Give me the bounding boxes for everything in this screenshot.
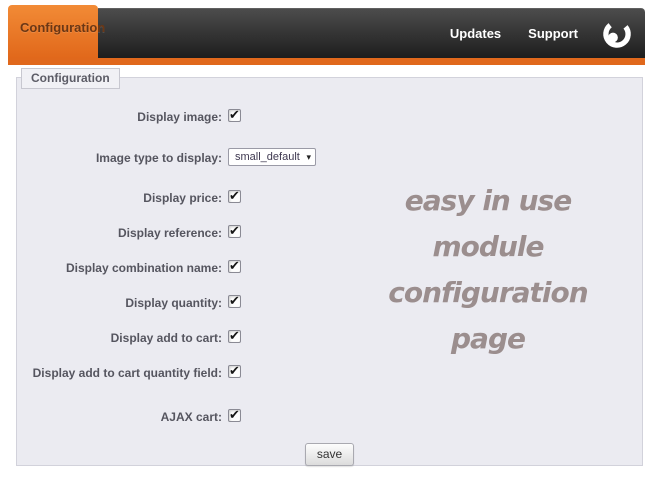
header-bar: Updates Support xyxy=(98,8,645,58)
form-row: Display quantity: ✔ xyxy=(17,294,642,311)
swirl-logo-icon xyxy=(601,18,633,50)
field-label: AJAX cart: xyxy=(160,410,222,424)
checkbox-display-add-to-cart-quantity-field[interactable]: ✔ xyxy=(228,364,241,378)
form-row: Display add to cart quantity field: ✔ xyxy=(17,364,642,381)
checkbox-display-image[interactable]: ✔ xyxy=(228,108,241,122)
field-label: Display quantity: xyxy=(125,296,222,310)
checkbox-display-reference[interactable]: ✔ xyxy=(228,224,241,238)
tab-configuration[interactable]: Configuration xyxy=(8,5,105,58)
form-row: AJAX cart: ✔ xyxy=(17,408,642,425)
field-label: Display combination name: xyxy=(65,261,222,275)
field-label: Display reference: xyxy=(117,226,222,240)
panel-legend: Configuration xyxy=(21,68,120,89)
checkbox-display-price[interactable]: ✔ xyxy=(228,189,241,203)
field-label: Image type to display: xyxy=(95,151,222,165)
checkbox-ajax-cart[interactable]: ✔ xyxy=(228,408,241,422)
select-value: small_default xyxy=(235,151,300,163)
form-row: Display combination name: ✔ xyxy=(17,259,642,276)
form-row: Display reference: ✔ xyxy=(17,224,642,241)
checkbox-display-quantity[interactable]: ✔ xyxy=(228,294,241,308)
field-label: Display image: xyxy=(137,110,222,124)
field-label: Display add to cart quantity field: xyxy=(32,366,222,380)
config-panel: Configuration Display image: ✔ Image type … xyxy=(16,68,643,466)
form-row: Display price: ✔ xyxy=(17,189,642,206)
field-label: Display price: xyxy=(143,191,222,205)
form-row: Image type to display: small_default ▾ xyxy=(17,148,642,168)
form-row: Display add to cart: ✔ xyxy=(17,329,642,346)
field-label: Display add to cart: xyxy=(110,331,222,345)
checkbox-display-combination-name[interactable]: ✔ xyxy=(228,259,241,273)
nav-support[interactable]: Support xyxy=(528,26,578,41)
config-form: Display image: ✔ Image type to display: sma… xyxy=(17,78,642,425)
nav-updates[interactable]: Updates xyxy=(450,26,501,41)
select-image-type-to-display[interactable]: small_default ▾ xyxy=(228,148,316,166)
form-row: Display image: ✔ xyxy=(17,108,642,125)
checkbox-display-add-to-cart[interactable]: ✔ xyxy=(228,329,241,343)
top-header: Configuration Updates Support xyxy=(8,5,645,65)
save-button[interactable]: save xyxy=(304,443,355,466)
header-accent-strip xyxy=(8,58,645,65)
chevron-down-icon: ▾ xyxy=(306,151,311,162)
